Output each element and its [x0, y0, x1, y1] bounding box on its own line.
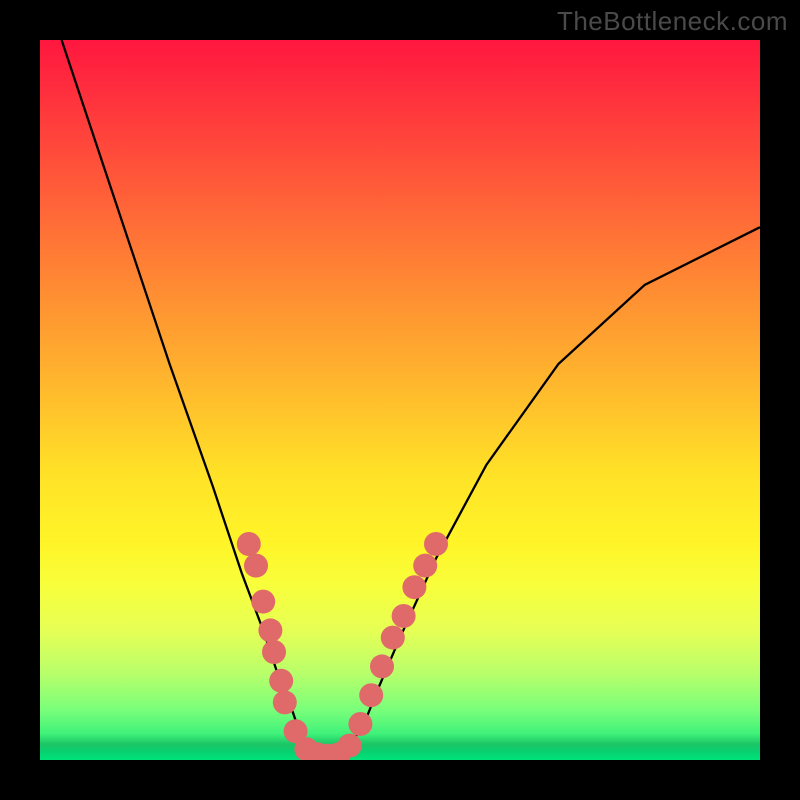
marker-dot — [413, 554, 437, 578]
marker-dot — [258, 618, 282, 642]
marker-dot — [237, 532, 261, 556]
marker-dot — [348, 712, 372, 736]
plot-area — [40, 40, 760, 760]
marker-dot — [269, 669, 293, 693]
marker-dot — [402, 575, 426, 599]
marker-dot — [424, 532, 448, 556]
marker-dot — [392, 604, 416, 628]
marker-dot — [338, 734, 362, 758]
watermark-text: TheBottleneck.com — [557, 6, 788, 37]
bottleneck-curve — [62, 40, 760, 756]
marker-dot — [381, 626, 405, 650]
marker-dot — [370, 654, 394, 678]
marker-dot — [244, 554, 268, 578]
curve-svg — [40, 40, 760, 760]
chart-frame: TheBottleneck.com — [0, 0, 800, 800]
curve-markers — [237, 532, 448, 760]
marker-dot — [262, 640, 286, 664]
marker-dot — [273, 690, 297, 714]
marker-dot — [251, 590, 275, 614]
marker-dot — [359, 683, 383, 707]
